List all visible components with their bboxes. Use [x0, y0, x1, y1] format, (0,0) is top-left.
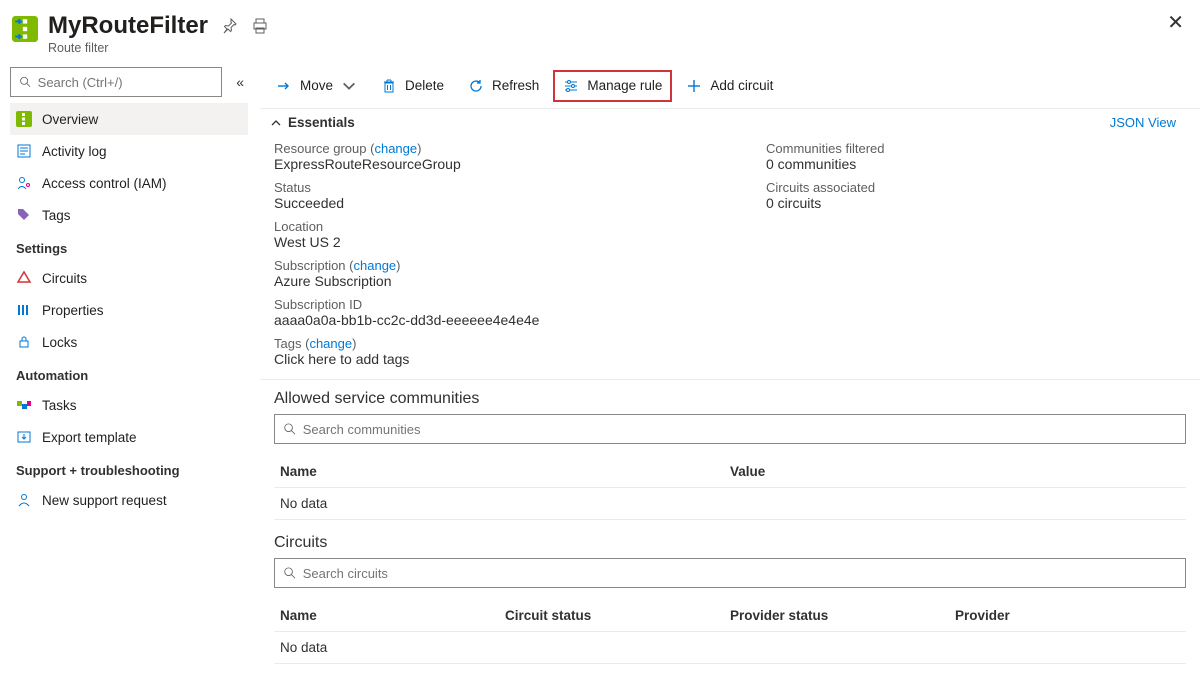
- change-tags-link[interactable]: change: [309, 336, 352, 351]
- search-communities-input[interactable]: [303, 422, 1177, 437]
- page-subtitle: Route filter: [48, 41, 268, 55]
- tasks-icon: [16, 397, 32, 413]
- allowed-communities-title: Allowed service communities: [274, 390, 1186, 408]
- export-template-icon: [16, 429, 32, 445]
- manage-rule-button[interactable]: Manage rule: [553, 70, 672, 102]
- tags-icon: [16, 207, 32, 223]
- field-tags: Tags (change) Click here to add tags: [274, 336, 726, 367]
- field-status: Status Succeeded: [274, 180, 726, 211]
- sidebar-search[interactable]: [10, 67, 222, 97]
- sidebar-item-properties[interactable]: Properties: [10, 294, 248, 326]
- refresh-button[interactable]: Refresh: [458, 70, 549, 102]
- manage-rule-label: Manage rule: [587, 78, 662, 93]
- sidebar-item-tasks[interactable]: Tasks: [10, 389, 248, 421]
- tags-value[interactable]: Click here to add tags: [274, 351, 726, 367]
- circuits-icon: [16, 270, 32, 286]
- sidebar-item-activity-log[interactable]: Activity log: [10, 135, 248, 167]
- circuits-table-header: Name Circuit status Provider status Prov…: [274, 600, 1186, 632]
- delete-button[interactable]: Delete: [371, 70, 454, 102]
- sidebar-item-label: Tags: [42, 208, 71, 223]
- sidebar-item-new-support-request[interactable]: New support request: [10, 484, 248, 516]
- properties-icon: [16, 302, 32, 318]
- subscription-value[interactable]: Azure Subscription: [274, 273, 726, 289]
- sidebar-item-export-template[interactable]: Export template: [10, 421, 248, 453]
- add-circuit-label: Add circuit: [710, 78, 773, 93]
- search-circuits-input[interactable]: [303, 566, 1177, 581]
- sidebar-item-label: New support request: [42, 493, 167, 508]
- sidebar-item-label: Access control (IAM): [42, 176, 167, 191]
- sidebar-section-support: Support + troubleshooting: [10, 453, 248, 484]
- field-circuits: Circuits associated 0 circuits: [766, 180, 1186, 211]
- resource-group-value[interactable]: ExpressRouteResourceGroup: [274, 156, 726, 172]
- json-view-link[interactable]: JSON View: [1110, 115, 1176, 130]
- sidebar-item-label: Overview: [42, 112, 98, 127]
- field-resource-group: Resource group (change) ExpressRouteReso…: [274, 141, 726, 172]
- move-label: Move: [300, 78, 333, 93]
- communities-no-data: No data: [274, 488, 1186, 520]
- delete-label: Delete: [405, 78, 444, 93]
- sidebar-item-access-control[interactable]: Access control (IAM): [10, 167, 248, 199]
- circuits-title: Circuits: [274, 534, 1186, 552]
- lock-icon: [16, 334, 32, 350]
- sidebar-item-label: Locks: [42, 335, 77, 350]
- chevron-down-icon: [341, 78, 357, 94]
- sidebar-item-label: Circuits: [42, 271, 87, 286]
- route-filter-icon: [16, 111, 32, 127]
- sidebar-item-label: Export template: [42, 430, 137, 445]
- search-circuits[interactable]: [274, 558, 1186, 588]
- refresh-label: Refresh: [492, 78, 539, 93]
- print-icon[interactable]: [252, 18, 268, 34]
- page-title: MyRouteFilter: [48, 12, 208, 40]
- sidebar-item-label: Activity log: [42, 144, 107, 159]
- field-location: Location West US 2: [274, 219, 726, 250]
- sidebar-section-automation: Automation: [10, 358, 248, 389]
- circuits-no-data: No data: [274, 632, 1186, 664]
- sidebar-item-circuits[interactable]: Circuits: [10, 262, 248, 294]
- essentials-title[interactable]: Essentials: [288, 115, 355, 130]
- change-subscription-link[interactable]: change: [354, 258, 397, 273]
- sidebar-search-input[interactable]: [38, 75, 214, 90]
- field-communities: Communities filtered 0 communities: [766, 141, 1186, 172]
- add-circuit-button[interactable]: Add circuit: [676, 70, 783, 102]
- move-button[interactable]: Move: [266, 70, 367, 102]
- change-resource-group-link[interactable]: change: [374, 141, 417, 156]
- sidebar-item-label: Properties: [42, 303, 104, 318]
- chevron-up-icon[interactable]: [270, 117, 282, 129]
- close-icon[interactable]: ✕: [1167, 10, 1184, 35]
- support-icon: [16, 492, 32, 508]
- sidebar-item-locks[interactable]: Locks: [10, 326, 248, 358]
- sidebar-item-label: Tasks: [42, 398, 77, 413]
- sidebar-item-tags[interactable]: Tags: [10, 199, 248, 231]
- communities-table-header: Name Value: [274, 456, 1186, 488]
- field-subscription: Subscription (change) Azure Subscription: [274, 258, 726, 289]
- activity-log-icon: [16, 143, 32, 159]
- route-filter-icon: [10, 14, 40, 44]
- sidebar-section-settings: Settings: [10, 231, 248, 262]
- access-control-icon: [16, 175, 32, 191]
- search-communities[interactable]: [274, 414, 1186, 444]
- pin-icon[interactable]: [222, 18, 238, 34]
- field-subscription-id: Subscription ID aaaa0a0a-bb1b-cc2c-dd3d-…: [274, 297, 726, 328]
- sidebar-item-overview[interactable]: Overview: [10, 103, 248, 135]
- collapse-sidebar-icon[interactable]: «: [232, 70, 248, 94]
